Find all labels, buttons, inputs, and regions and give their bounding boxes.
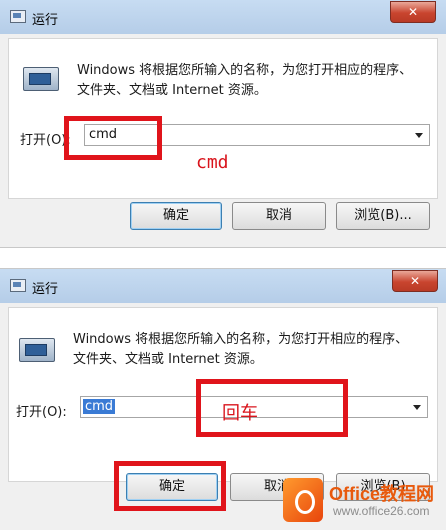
run-program-icon: [23, 67, 59, 91]
window-title: 运行: [32, 13, 59, 28]
watermark: Office教程网 www.office26.com: [279, 470, 446, 529]
close-button[interactable]: ✕: [390, 1, 436, 23]
dropdown-arrow-icon[interactable]: [413, 405, 421, 410]
ok-button[interactable]: 确定: [130, 202, 222, 230]
title-bar[interactable]: 运行 ✕: [0, 269, 446, 303]
cancel-button[interactable]: 取消: [232, 202, 326, 230]
description-line1: Windows 将根据您所输入的名称，为您打开相应的程序、: [77, 63, 413, 78]
description-line2: 文件夹、文档或 Internet 资源。: [73, 352, 263, 367]
highlight-box-input: [64, 116, 162, 160]
highlight-box-instruction: [196, 379, 348, 437]
description: Windows 将根据您所输入的名称，为您打开相应的程序、 文件夹、文档或 In…: [73, 330, 433, 370]
watermark-url: www.office26.com: [333, 504, 430, 518]
description-line2: 文件夹、文档或 Internet 资源。: [77, 83, 267, 98]
browse-button[interactable]: 浏览(B)...: [336, 202, 430, 230]
description-line1: Windows 将根据您所输入的名称，为您打开相应的程序、: [73, 332, 409, 347]
close-button[interactable]: ✕: [392, 270, 438, 292]
title-bar[interactable]: 运行 ✕: [0, 0, 446, 34]
annotation-label: cmd: [196, 152, 229, 173]
run-program-icon: [19, 338, 55, 362]
run-app-icon: [10, 279, 26, 292]
highlight-box-ok: [114, 461, 226, 511]
run-app-icon: [10, 10, 26, 23]
run-dialog-step1: 运行 ✕ Windows 将根据您所输入的名称，为您打开相应的程序、 文件夹、文…: [0, 0, 446, 248]
description: Windows 将根据您所输入的名称，为您打开相应的程序、 文件夹、文档或 In…: [77, 61, 437, 101]
command-input-value: cmd: [83, 399, 116, 414]
window-title: 运行: [32, 282, 59, 297]
watermark-brand: Office教程网: [329, 484, 435, 504]
open-label: 打开(O):: [16, 405, 67, 420]
annotation-label: 回车: [222, 403, 258, 424]
dropdown-arrow-icon[interactable]: [415, 133, 423, 138]
office-logo-icon: [283, 478, 323, 522]
